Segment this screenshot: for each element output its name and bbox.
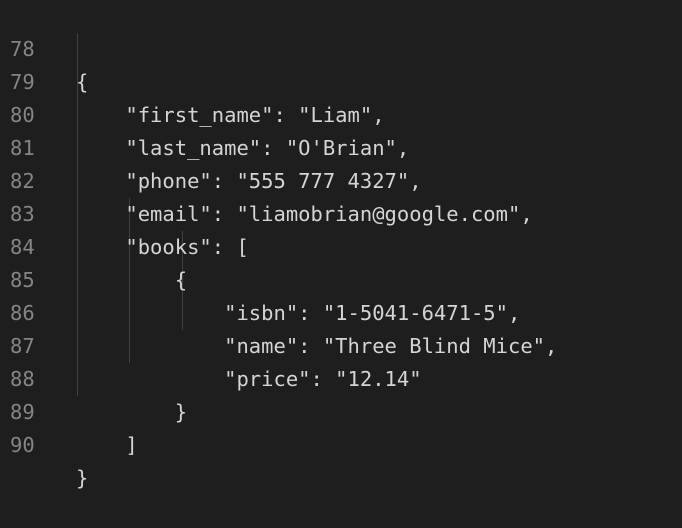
- code-line[interactable]: 78 {: [0, 0, 88, 94]
- code-line[interactable]: 85 "isbn": "1-5041-6471-5",: [0, 231, 520, 325]
- code-line[interactable]: 84 {: [0, 198, 187, 292]
- code-line[interactable]: 80 "last_name": "O'Brian",: [0, 66, 409, 160]
- line-text: "last_name": "O'Brian",: [76, 136, 410, 160]
- code-line[interactable]: 89 ]: [0, 363, 138, 457]
- line-text: }: [76, 400, 188, 424]
- line-text: "name": "Three Blind Mice",: [76, 334, 558, 358]
- code-line[interactable]: 88 }: [0, 330, 187, 424]
- line-text: "first_name": "Liam",: [76, 103, 385, 127]
- line-text: "books": [: [76, 235, 249, 259]
- line-text: "price": "12.14": [76, 367, 422, 391]
- code-line[interactable]: 90 }: [0, 396, 88, 490]
- line-text: ]: [76, 433, 138, 457]
- line-number: 90: [10, 433, 35, 457]
- line-text: "phone": "555 777 4327",: [76, 169, 422, 193]
- line-text: "isbn": "1-5041-6471-5",: [76, 301, 521, 325]
- line-text: {: [76, 268, 188, 292]
- code-line[interactable]: 79 "first_name": "Liam",: [0, 33, 385, 127]
- code-line[interactable]: 82 "email": "liamobrian@google.com",: [0, 132, 533, 226]
- code-line[interactable]: 83 "books": [: [0, 165, 249, 259]
- code-line[interactable]: 86 "name": "Three Blind Mice",: [0, 264, 557, 358]
- code-editor[interactable]: 78 { 79 "first_name": "Liam", 80 "last_n…: [0, 0, 682, 490]
- code-line[interactable]: 81 "phone": "555 777 4327",: [0, 99, 422, 193]
- line-text: }: [76, 466, 89, 490]
- line-text: {: [76, 70, 89, 94]
- code-line[interactable]: 87 "price": "12.14": [0, 297, 422, 391]
- line-text: "email": "liamobrian@google.com",: [76, 202, 533, 226]
